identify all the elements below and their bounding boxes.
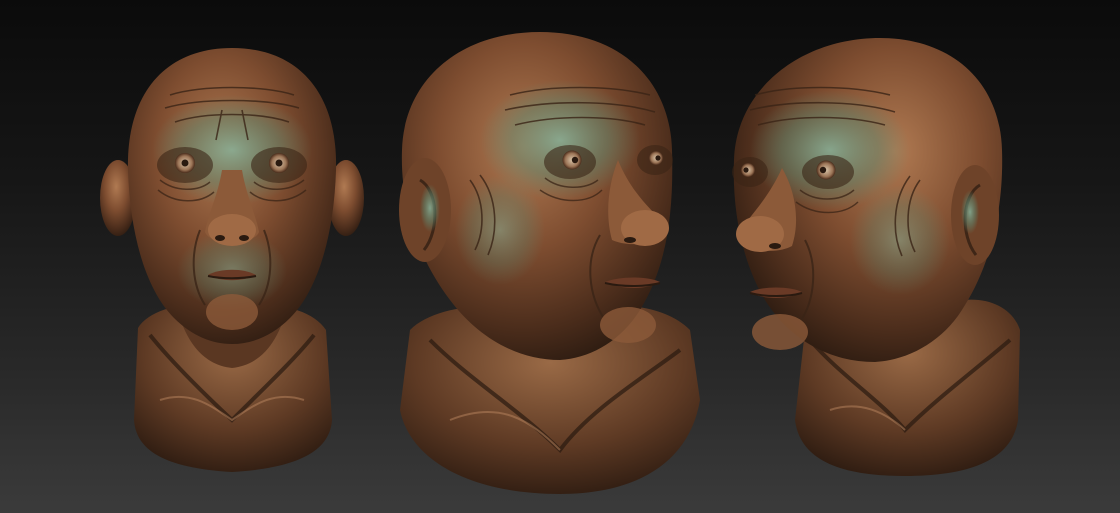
head-three-quarter-right bbox=[399, 32, 700, 494]
head-front-view bbox=[100, 48, 364, 472]
sculpt-render bbox=[100, 32, 1020, 494]
render-viewport bbox=[0, 0, 1120, 513]
head-three-quarter-left bbox=[732, 38, 1020, 476]
